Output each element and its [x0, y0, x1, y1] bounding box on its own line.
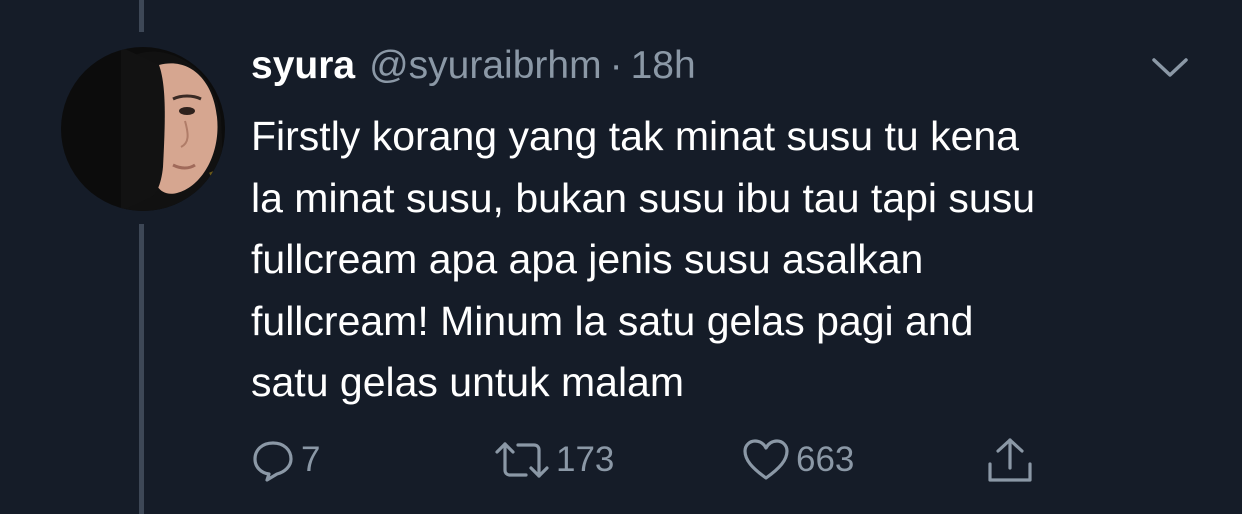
display-name[interactable]: syura: [251, 44, 355, 88]
share-upload-icon: [988, 438, 1032, 482]
retweet-icon: [495, 442, 549, 478]
tweet-text-line: satu gelas untuk malam: [251, 359, 685, 405]
user-handle[interactable]: @syuraibrhm: [369, 44, 601, 88]
tweet-timestamp[interactable]: 18h: [631, 44, 696, 88]
tweet-text-line: la minat susu, bukan susu ibu tau tapi s…: [251, 174, 1036, 221]
more-options-button[interactable]: [1150, 56, 1190, 80]
share-button[interactable]: [984, 430, 1036, 490]
reply-bubble-icon: [253, 441, 293, 482]
tweet-text-line: fullcream apa apa jenis susu asalkan: [251, 236, 924, 282]
tweet-text-line: Firstly korang yang tak minat susu tu ke…: [251, 113, 1019, 159]
reply-count: 7: [301, 440, 321, 479]
chevron-down-icon: [1152, 58, 1188, 77]
retweet-button[interactable]: 173: [494, 430, 614, 490]
like-count: 663: [796, 440, 855, 479]
heart-icon: [743, 439, 789, 480]
header-separator: ·: [609, 44, 623, 87]
reply-button[interactable]: 7: [251, 430, 320, 490]
tweet-text: Firstly korang yang tak minat susu tu ke…: [251, 106, 1211, 414]
avatar-photo: [61, 47, 225, 211]
tweet-actions: 7 173 663: [0, 430, 1242, 490]
retweet-count: 173: [556, 440, 615, 479]
thread-line-top: [139, 0, 144, 32]
tweet-text-line: fullcream! Minum la satu gelas pagi and: [251, 297, 974, 344]
tweet-header: syura @syuraibrhm · 18h: [251, 44, 696, 94]
like-button[interactable]: 663: [742, 430, 854, 490]
avatar[interactable]: [61, 47, 225, 211]
